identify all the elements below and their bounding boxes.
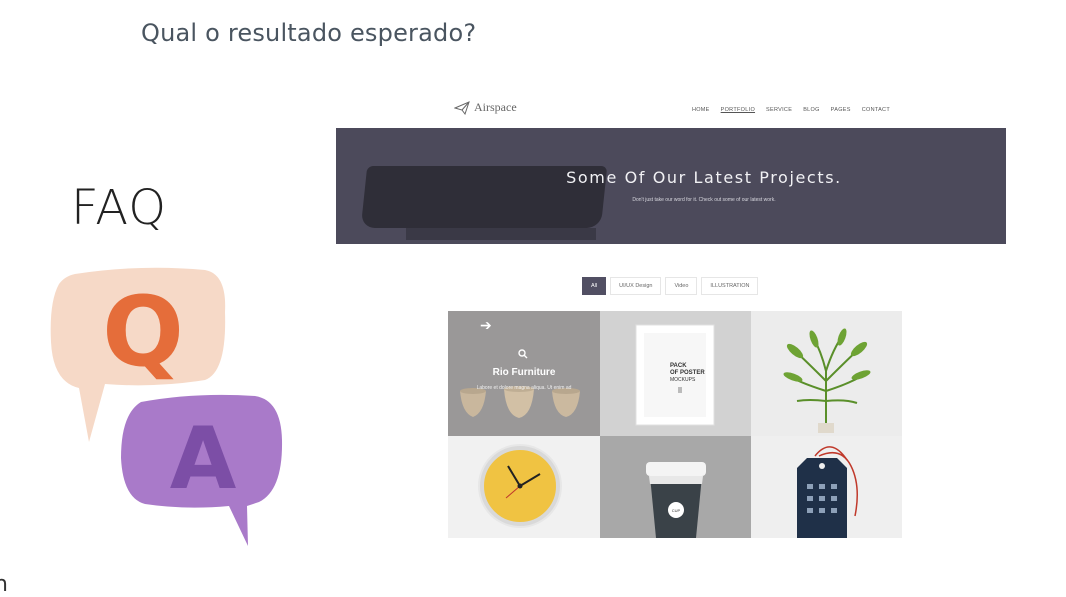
hero-banner: Some Of Our Latest Projects. Don't just … (336, 128, 1006, 244)
nav-home[interactable]: HOME (692, 107, 710, 113)
poster-image: PACK OF POSTER MOCKUPS (635, 324, 715, 426)
slide-corner-mark: n (0, 572, 8, 597)
svg-text:MOCKUPS: MOCKUPS (670, 377, 696, 383)
clock-image (478, 444, 562, 528)
a-letter: A (170, 409, 237, 509)
svg-text:OF POSTER: OF POSTER (670, 370, 705, 376)
portfolio-item-title: Rio Furniture (492, 367, 556, 378)
site-menu: HOME PORTFOLIO SERVICE BLOG PAGES CONTAC… (692, 107, 890, 113)
plant-image (783, 328, 871, 433)
paper-plane-icon (454, 100, 470, 115)
hero-subtitle: Don't just take our word for it. Check o… (632, 197, 776, 203)
portfolio-item-poster[interactable]: PACK OF POSTER MOCKUPS (600, 311, 751, 436)
portfolio-item-tag[interactable] (751, 436, 902, 538)
nav-contact[interactable]: CONTACT (862, 107, 890, 113)
filter-uiux[interactable]: UI/UX Design (610, 277, 662, 295)
portfolio-item-furniture[interactable]: Rio Furniture Labore et dolore magna ali… (448, 311, 600, 436)
hero-title: Some Of Our Latest Projects. (566, 168, 842, 187)
tag-image (797, 446, 858, 538)
portfolio-item-cup[interactable]: CUP (600, 436, 751, 538)
site-logo[interactable]: Airspace (454, 100, 517, 115)
filter-all[interactable]: All (582, 277, 607, 295)
qa-bubbles-illustration: Q A (50, 267, 283, 546)
faq-title: FAQ (71, 180, 167, 236)
nav-pages[interactable]: PAGES (831, 107, 851, 113)
site-logo-text: Airspace (474, 100, 517, 114)
portfolio-item-plant[interactable] (751, 311, 902, 436)
slide-heading: Qual o resultado esperado? (141, 19, 477, 47)
portfolio-item-clock[interactable] (448, 436, 600, 538)
filter-illustration[interactable]: ILLUSTRATION (701, 277, 759, 295)
filter-video[interactable]: Video (665, 277, 698, 295)
arrow-right-icon: ➔ (480, 317, 492, 333)
hero-laptop-base (406, 228, 596, 240)
portfolio-filters: All UI/UX Design Video ILLUSTRATION (582, 277, 759, 295)
nav-blog[interactable]: BLOG (803, 107, 819, 113)
svg-text:CUP: CUP (672, 508, 681, 513)
coffee-cup-image: CUP (646, 462, 706, 538)
search-icon[interactable] (518, 349, 528, 359)
nav-portfolio[interactable]: PORTFOLIO (721, 107, 755, 113)
website-preview: Airspace HOME PORTFOLIO SERVICE BLOG PAG… (336, 94, 1006, 544)
portfolio-item-subtitle: Labore et dolore magna aliqua. Ut enim a… (476, 385, 572, 391)
nav-service[interactable]: SERVICE (766, 107, 792, 113)
q-letter: Q (102, 276, 184, 388)
portfolio-grid: Rio Furniture Labore et dolore magna ali… (448, 311, 902, 538)
svg-text:PACK: PACK (670, 363, 687, 369)
site-navbar: Airspace HOME PORTFOLIO SERVICE BLOG PAG… (336, 94, 1006, 128)
